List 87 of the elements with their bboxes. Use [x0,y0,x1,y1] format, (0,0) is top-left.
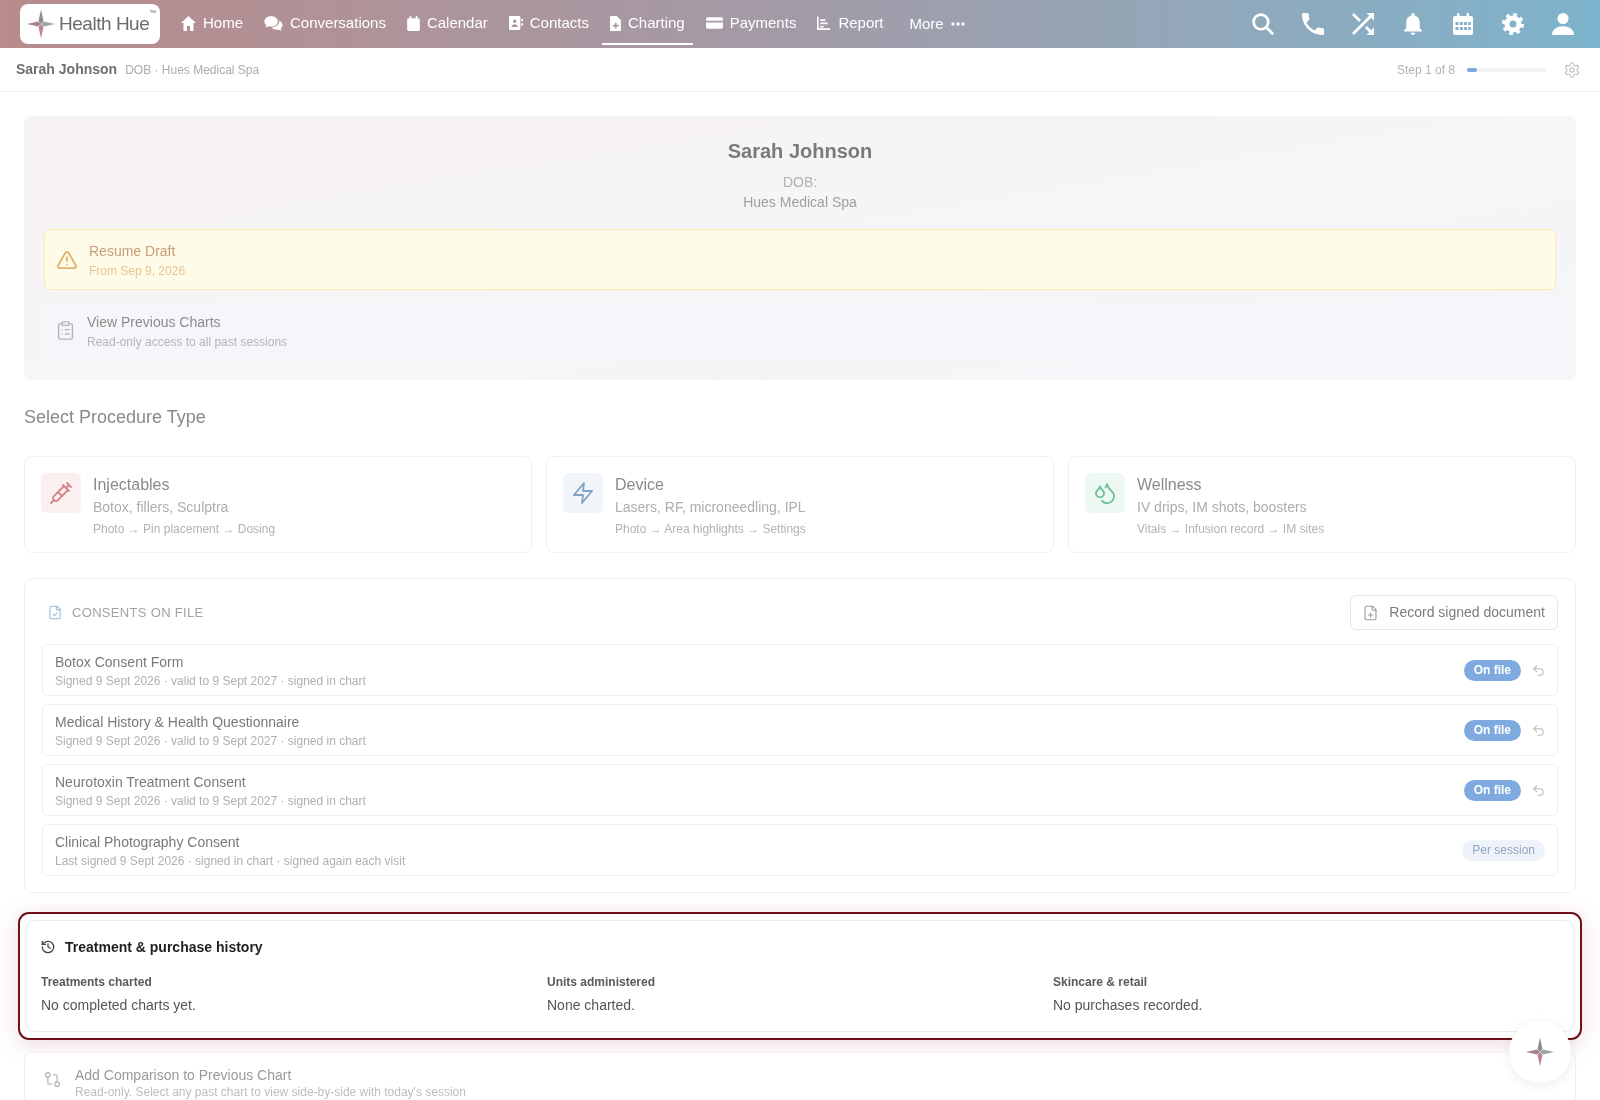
shuffle-icon[interactable] [1352,13,1374,35]
previous-charts-title: View Previous Charts [87,312,222,332]
file-plus-icon [1363,604,1379,621]
syringe-icon [41,473,81,513]
patient-name: Sarah Johnson [726,139,874,164]
procedure-card[interactable]: Injectables Botox, fillers, Sculptra Photo → Pin placement → Dosing [24,456,532,553]
nav-tab[interactable]: Charting [602,0,693,45]
file-plus-icon [610,15,621,31]
cross-logo-icon [1525,1037,1555,1067]
draft-title: Resume Draft [89,241,177,261]
comparison-title: Add Comparison to Previous Chart [75,1066,293,1085]
procedure-card[interactable]: Device Lasers, RF, microneedling, IPL Photo → Area highlights → Settings [546,456,1054,553]
search-icon[interactable] [1252,13,1274,35]
undo-icon[interactable] [1532,663,1545,677]
procedure-steps: Photo → Pin placement → Dosing [93,521,276,537]
procedure-steps: Vitals → Infusion record → IM sites [1137,521,1325,537]
procedure-card[interactable]: Wellness IV drips, IM shots, boosters Vitals → Infusion record → IM sites [1068,456,1576,553]
consent-name: Medical History & Health Questionnaire [55,712,301,732]
column-label: Skincare & retail [1053,974,1148,990]
patient-name: Sarah Johnson [16,60,118,79]
droplets-icon [1085,473,1125,513]
comparison-card[interactable]: Add Comparison to Previous Chart Read-only. Select any past chart to view side-by-side with today's session [24,1052,1576,1100]
comparison-subtitle: Read-only. Select any past chart to view side-by-side with today's session [75,1085,466,1099]
procedure-description: Lasers, RF, microneedling, IPL [615,498,806,517]
patient-details: DOB · Hues Medical Spa [125,61,260,79]
draft-date: From Sep 9, 2026 [89,262,186,279]
cross-logo-icon [26,9,56,39]
consent-details: Signed 9 Sept 2026 · valid to 9 Sept 2027 · signed in chart [55,672,366,689]
column-label: Units administered [547,974,656,990]
procedure-steps: Photo → Area highlights → Settings [615,521,806,537]
consent-name: Botox Consent Form [55,652,185,672]
chat-bubbles-icon [264,15,283,31]
consent-details: Last signed 9 Sept 2026 · signed in chart · signed again each visit [55,852,406,869]
procedure-description: IV drips, IM shots, boosters [1137,498,1308,517]
more-menu-button[interactable]: More [901,0,973,45]
step-counter: Step 1 of 8 [1396,61,1455,79]
consent-details: Signed 9 Sept 2026 · valid to 9 Sept 2027 · signed in chart [55,792,366,809]
consent-name: Clinical Photography Consent [55,832,241,852]
nav-tab[interactable]: Report [809,0,892,45]
phone-icon[interactable] [1302,13,1324,35]
nav-tab[interactable]: Contacts [500,0,597,45]
bell-icon[interactable] [1402,13,1424,35]
consent-details: Signed 9 Sept 2026 · valid to 9 Sept 2027 · signed in chart [55,732,366,749]
brand-name: Health Hue$^{™}$ [59,9,156,36]
column-value: No completed charts yet. [41,996,196,1015]
nav-tab[interactable]: Conversations [256,0,394,45]
user-icon[interactable] [1552,13,1574,35]
section-heading: Select Procedure Type [24,406,207,429]
house-icon [181,15,196,31]
nav-tab[interactable]: Home [173,0,251,45]
undo-icon[interactable] [1532,723,1545,737]
clipboard-icon [56,321,75,340]
procedure-title: Wellness [1137,475,1203,495]
contact-card-icon [508,16,523,30]
dob-label: DOB: [781,173,819,192]
resume-draft-banner[interactable]: Resume Draft From Sep 9, 2026 [44,229,1556,290]
previous-charts-subtitle: Read-only access to all past sessions [87,333,288,350]
procedure-description: Botox, fillers, Sculptra [93,498,230,517]
column-label: Treatments charted [41,974,152,990]
history-icon [41,940,55,954]
column-value: None charted. [547,996,635,1015]
status-badge: On file [1463,779,1521,801]
credit-card-icon [705,17,723,29]
undo-icon[interactable] [1532,783,1545,797]
nav-tab[interactable]: Calendar [398,0,496,45]
lightning-icon [563,473,603,513]
nav-tab[interactable]: Payments [697,0,805,45]
dots-icon [950,22,965,26]
column-value: No purchases recorded. [1053,996,1203,1015]
procedure-title: Injectables [93,475,171,495]
compare-icon [44,1071,61,1088]
record-document-button[interactable]: Record signed document [1350,595,1558,630]
procedure-title: Device [615,475,665,495]
clinic-name: Hues Medical Spa [742,193,858,212]
card-title: Treatment & purchase history [65,938,263,957]
status-badge: On file [1463,719,1521,741]
section-title: CONSENTS ON FILE [72,603,204,622]
logo[interactable]: Health Hue$^{™}$ [20,4,160,44]
warning-icon [57,249,77,270]
file-check-icon [48,605,62,620]
calendar-icon[interactable] [1452,13,1474,35]
status-badge: Per session [1462,839,1545,861]
status-badge: On file [1463,659,1521,681]
calendar-icon [406,15,420,31]
settings-icon[interactable] [1564,61,1580,78]
bar-chart-icon [817,16,832,30]
consent-name: Neurotoxin Treatment Consent [55,772,247,792]
